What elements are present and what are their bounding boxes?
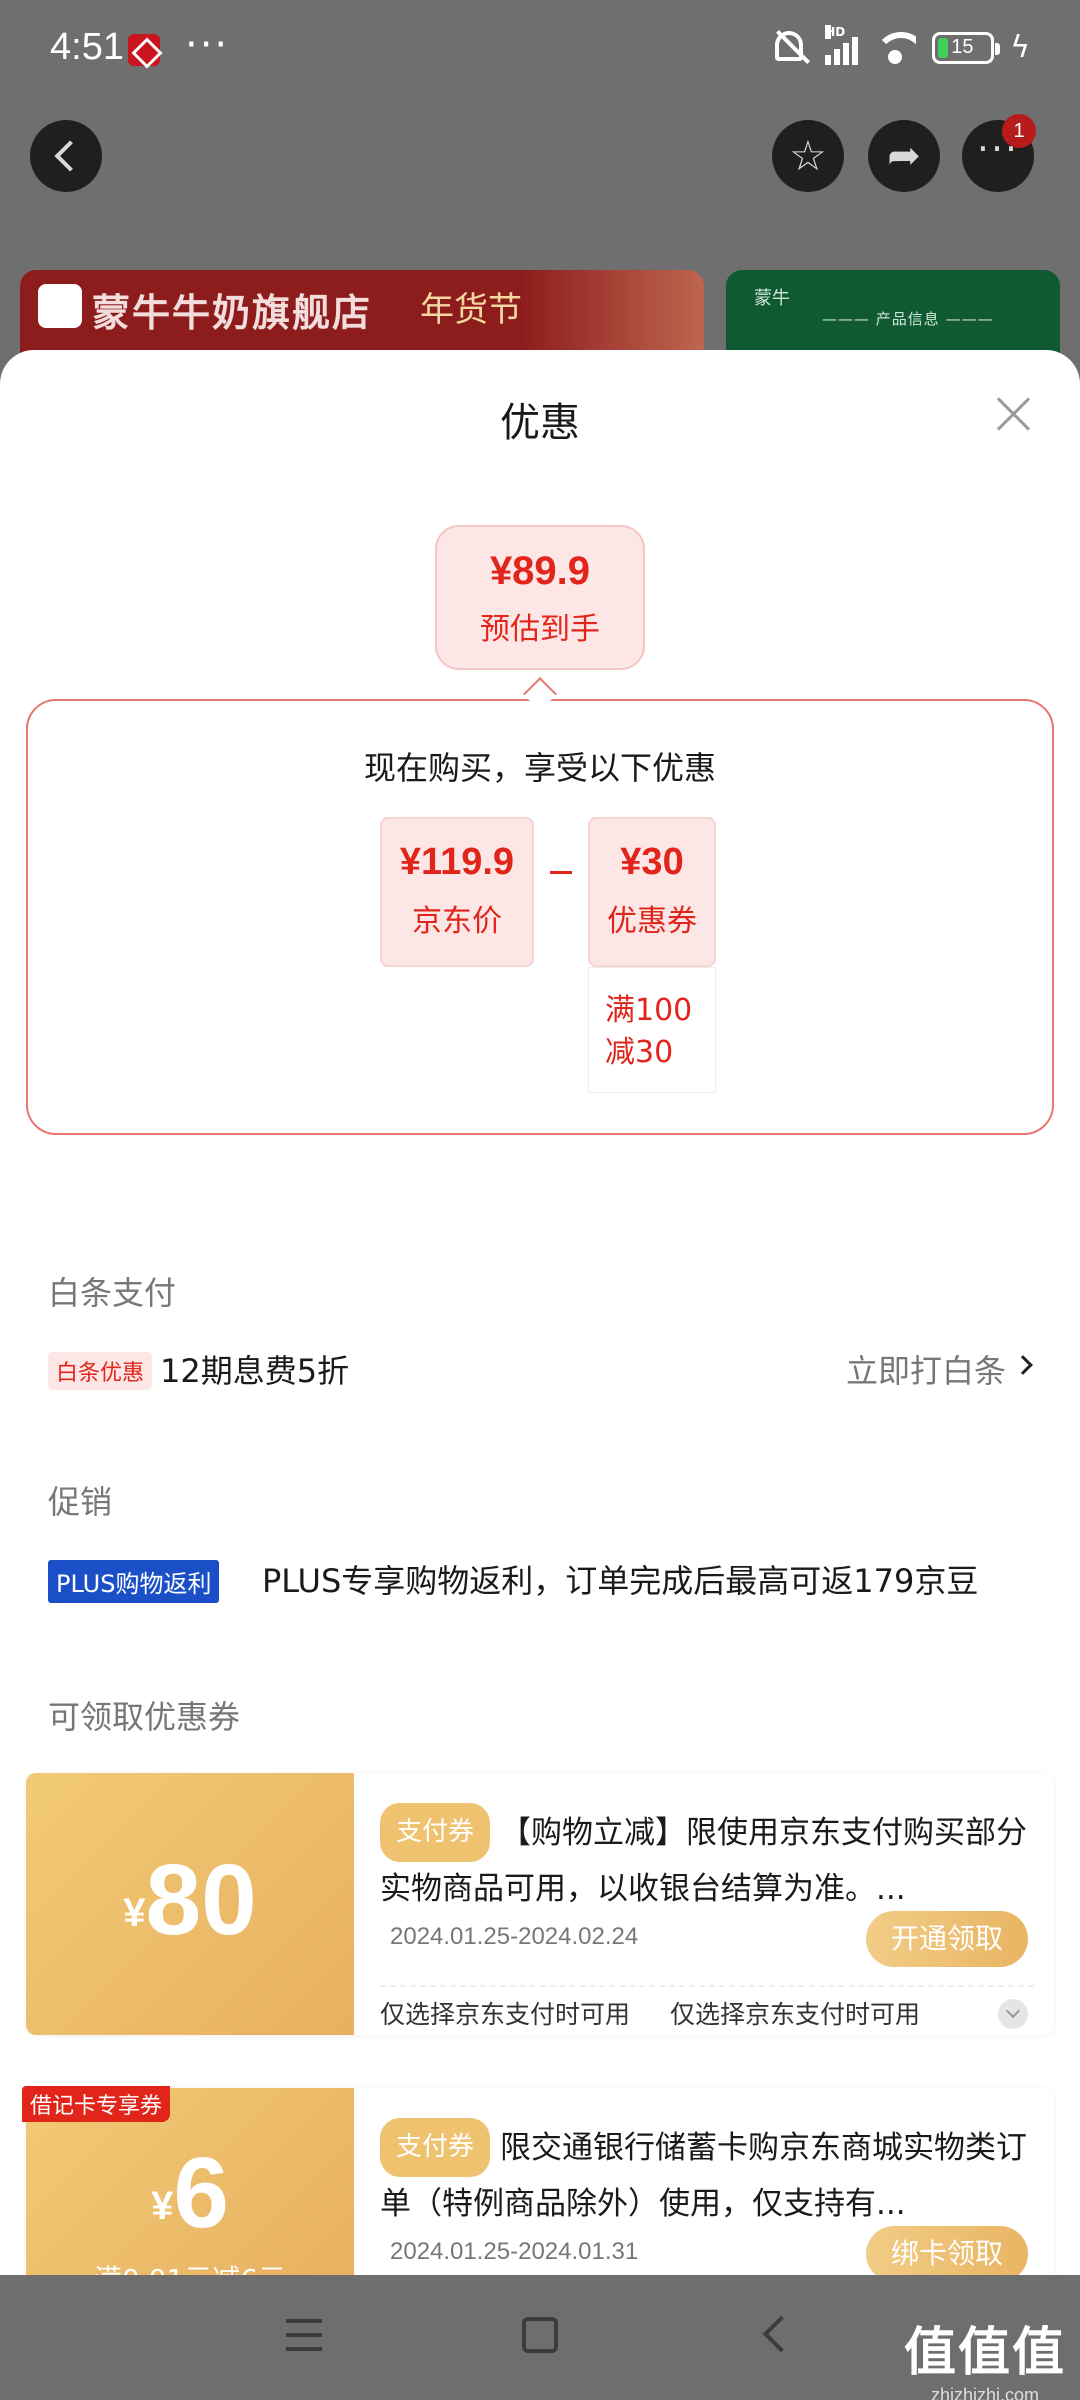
store-logo — [38, 284, 82, 328]
baitiao-tag: 白条优惠 — [48, 1352, 153, 1390]
battery-icon: 15 — [932, 31, 1001, 64]
coupon-date: 2024.01.25-2024.02.24 — [390, 1923, 639, 1950]
product-info-banner[interactable]: 蒙牛 ——— 产品信息 ——— — [726, 270, 1060, 360]
status-bar: 4:51 ··· HD 15 ϟ — [0, 0, 1080, 100]
coupon-note: 仅选择京东支付时可用 — [670, 2000, 921, 2029]
claim-button[interactable]: 开通领取 — [866, 1911, 1028, 1967]
coupon-value: 80 — [145, 1844, 257, 1956]
brand-label: 蒙牛 — [754, 288, 790, 309]
coupon-value-panel: ¥80 — [18, 1773, 354, 2035]
promotion-section-title: 促销 — [48, 1483, 113, 1521]
charging-icon: ϟ — [1010, 30, 1030, 65]
coupon-amount: ¥30 — [620, 841, 684, 883]
star-icon: ☆ — [789, 131, 827, 180]
jd-price-label: 京东价 — [412, 904, 502, 939]
product-info-label: ——— 产品信息 ——— — [822, 310, 994, 328]
coupon-card: ¥6 满0.01元减6元 借记卡专享券 支付券限交通银行储蓄卡购京东商城实物类订… — [18, 2086, 1054, 2275]
menu-icon[interactable] — [286, 2319, 322, 2351]
more-button[interactable]: ··· 1 — [962, 114, 1036, 192]
coupon-chip: ¥30 优惠券 — [588, 817, 716, 967]
nav-back-icon[interactable] — [762, 2315, 800, 2353]
baitiao-section-title: 白条支付 — [48, 1274, 177, 1312]
coupon-value: 6 — [173, 2137, 229, 2249]
share-button[interactable]: ➦ — [868, 120, 940, 192]
festival-label: 年货节 — [420, 290, 522, 330]
estimated-price-label: 预估到手 — [480, 612, 600, 647]
app-notification-icon — [128, 34, 160, 66]
home-icon[interactable] — [522, 2317, 558, 2353]
jd-price-amount: ¥119.9 — [399, 841, 515, 883]
signal-icon: HD — [825, 24, 859, 65]
share-icon: ➦ — [887, 133, 921, 179]
estimated-price-box: ¥89.9 预估到手 — [435, 525, 645, 670]
watermark-url: zhizhizhi.com — [930, 2385, 1040, 2400]
coupon-subtitle: 满0.01元减6元 — [26, 2258, 354, 2275]
notification-badge: 1 — [1002, 114, 1036, 148]
discount-sheet: 优惠 ¥89.9 预估到手 现在购买，享受以下优惠 ¥119.9 京东价 ¥30… — [0, 350, 1080, 2275]
sheet-title: 优惠 — [500, 400, 580, 446]
pay-coupon-tag: 支付券 — [380, 1803, 491, 1862]
coupons-section-title: 可领取优惠券 — [48, 1698, 241, 1736]
pay-coupon-tag: 支付券 — [380, 2118, 491, 2177]
mute-icon — [775, 30, 809, 65]
plus-rebate-text: PLUS专享购物返利，订单完成后最高可返179京豆 — [262, 1562, 979, 1600]
chevron-right-icon[interactable] — [1013, 1355, 1033, 1375]
coupon-condition: 满100减30 — [588, 967, 716, 1093]
promo-heading: 现在购买，享受以下优惠 — [363, 749, 716, 787]
minus-sign — [550, 871, 572, 874]
coupon-card: ¥80 支付券 【购物立减】限使用京东支付购买部分实物商品可用，以收银台结算为准。… — [18, 1773, 1054, 2035]
battery-level: 15 — [951, 36, 974, 58]
more-notifications-icon: ··· — [185, 22, 230, 68]
promo-breakdown: 现在购买，享受以下优惠 ¥119.9 京东价 ¥30 优惠券 满100减30 — [26, 699, 1054, 1135]
close-icon[interactable] — [994, 394, 1034, 434]
watermark: 值值值 zhizhizhi.com — [904, 2310, 1066, 2400]
baitiao-offer: 12期息费5折 — [160, 1352, 350, 1390]
plus-rebate-tag: PLUS购物返利 — [48, 1560, 220, 1603]
estimated-price: ¥89.9 — [489, 549, 591, 593]
status-time: 4:51 — [50, 26, 124, 68]
expand-icon[interactable] — [998, 1999, 1028, 2029]
coupon-note: 仅选择京东支付时可用 — [380, 2000, 631, 2029]
baitiao-link[interactable]: 立即打白条 — [846, 1346, 1006, 1392]
store-name: 蒙牛牛奶旗舰店 — [92, 291, 373, 335]
coupon-label: 优惠券 — [607, 904, 697, 939]
watermark-logo: 值值值 — [903, 2323, 1066, 2383]
coupon-date: 2024.01.25-2024.01.31 — [390, 2238, 639, 2265]
debit-card-badge: 借记卡专享券 — [22, 2086, 171, 2122]
bind-card-claim-button[interactable]: 绑卡领取 — [866, 2226, 1028, 2275]
favorite-button[interactable]: ☆ — [772, 120, 844, 192]
jd-price-chip: ¥119.9 京东价 — [380, 817, 534, 967]
back-icon — [54, 140, 86, 172]
store-banner[interactable]: 蒙牛牛奶旗舰店 年货节 — [20, 270, 704, 360]
wifi-icon — [874, 31, 917, 64]
back-button[interactable] — [30, 120, 102, 192]
